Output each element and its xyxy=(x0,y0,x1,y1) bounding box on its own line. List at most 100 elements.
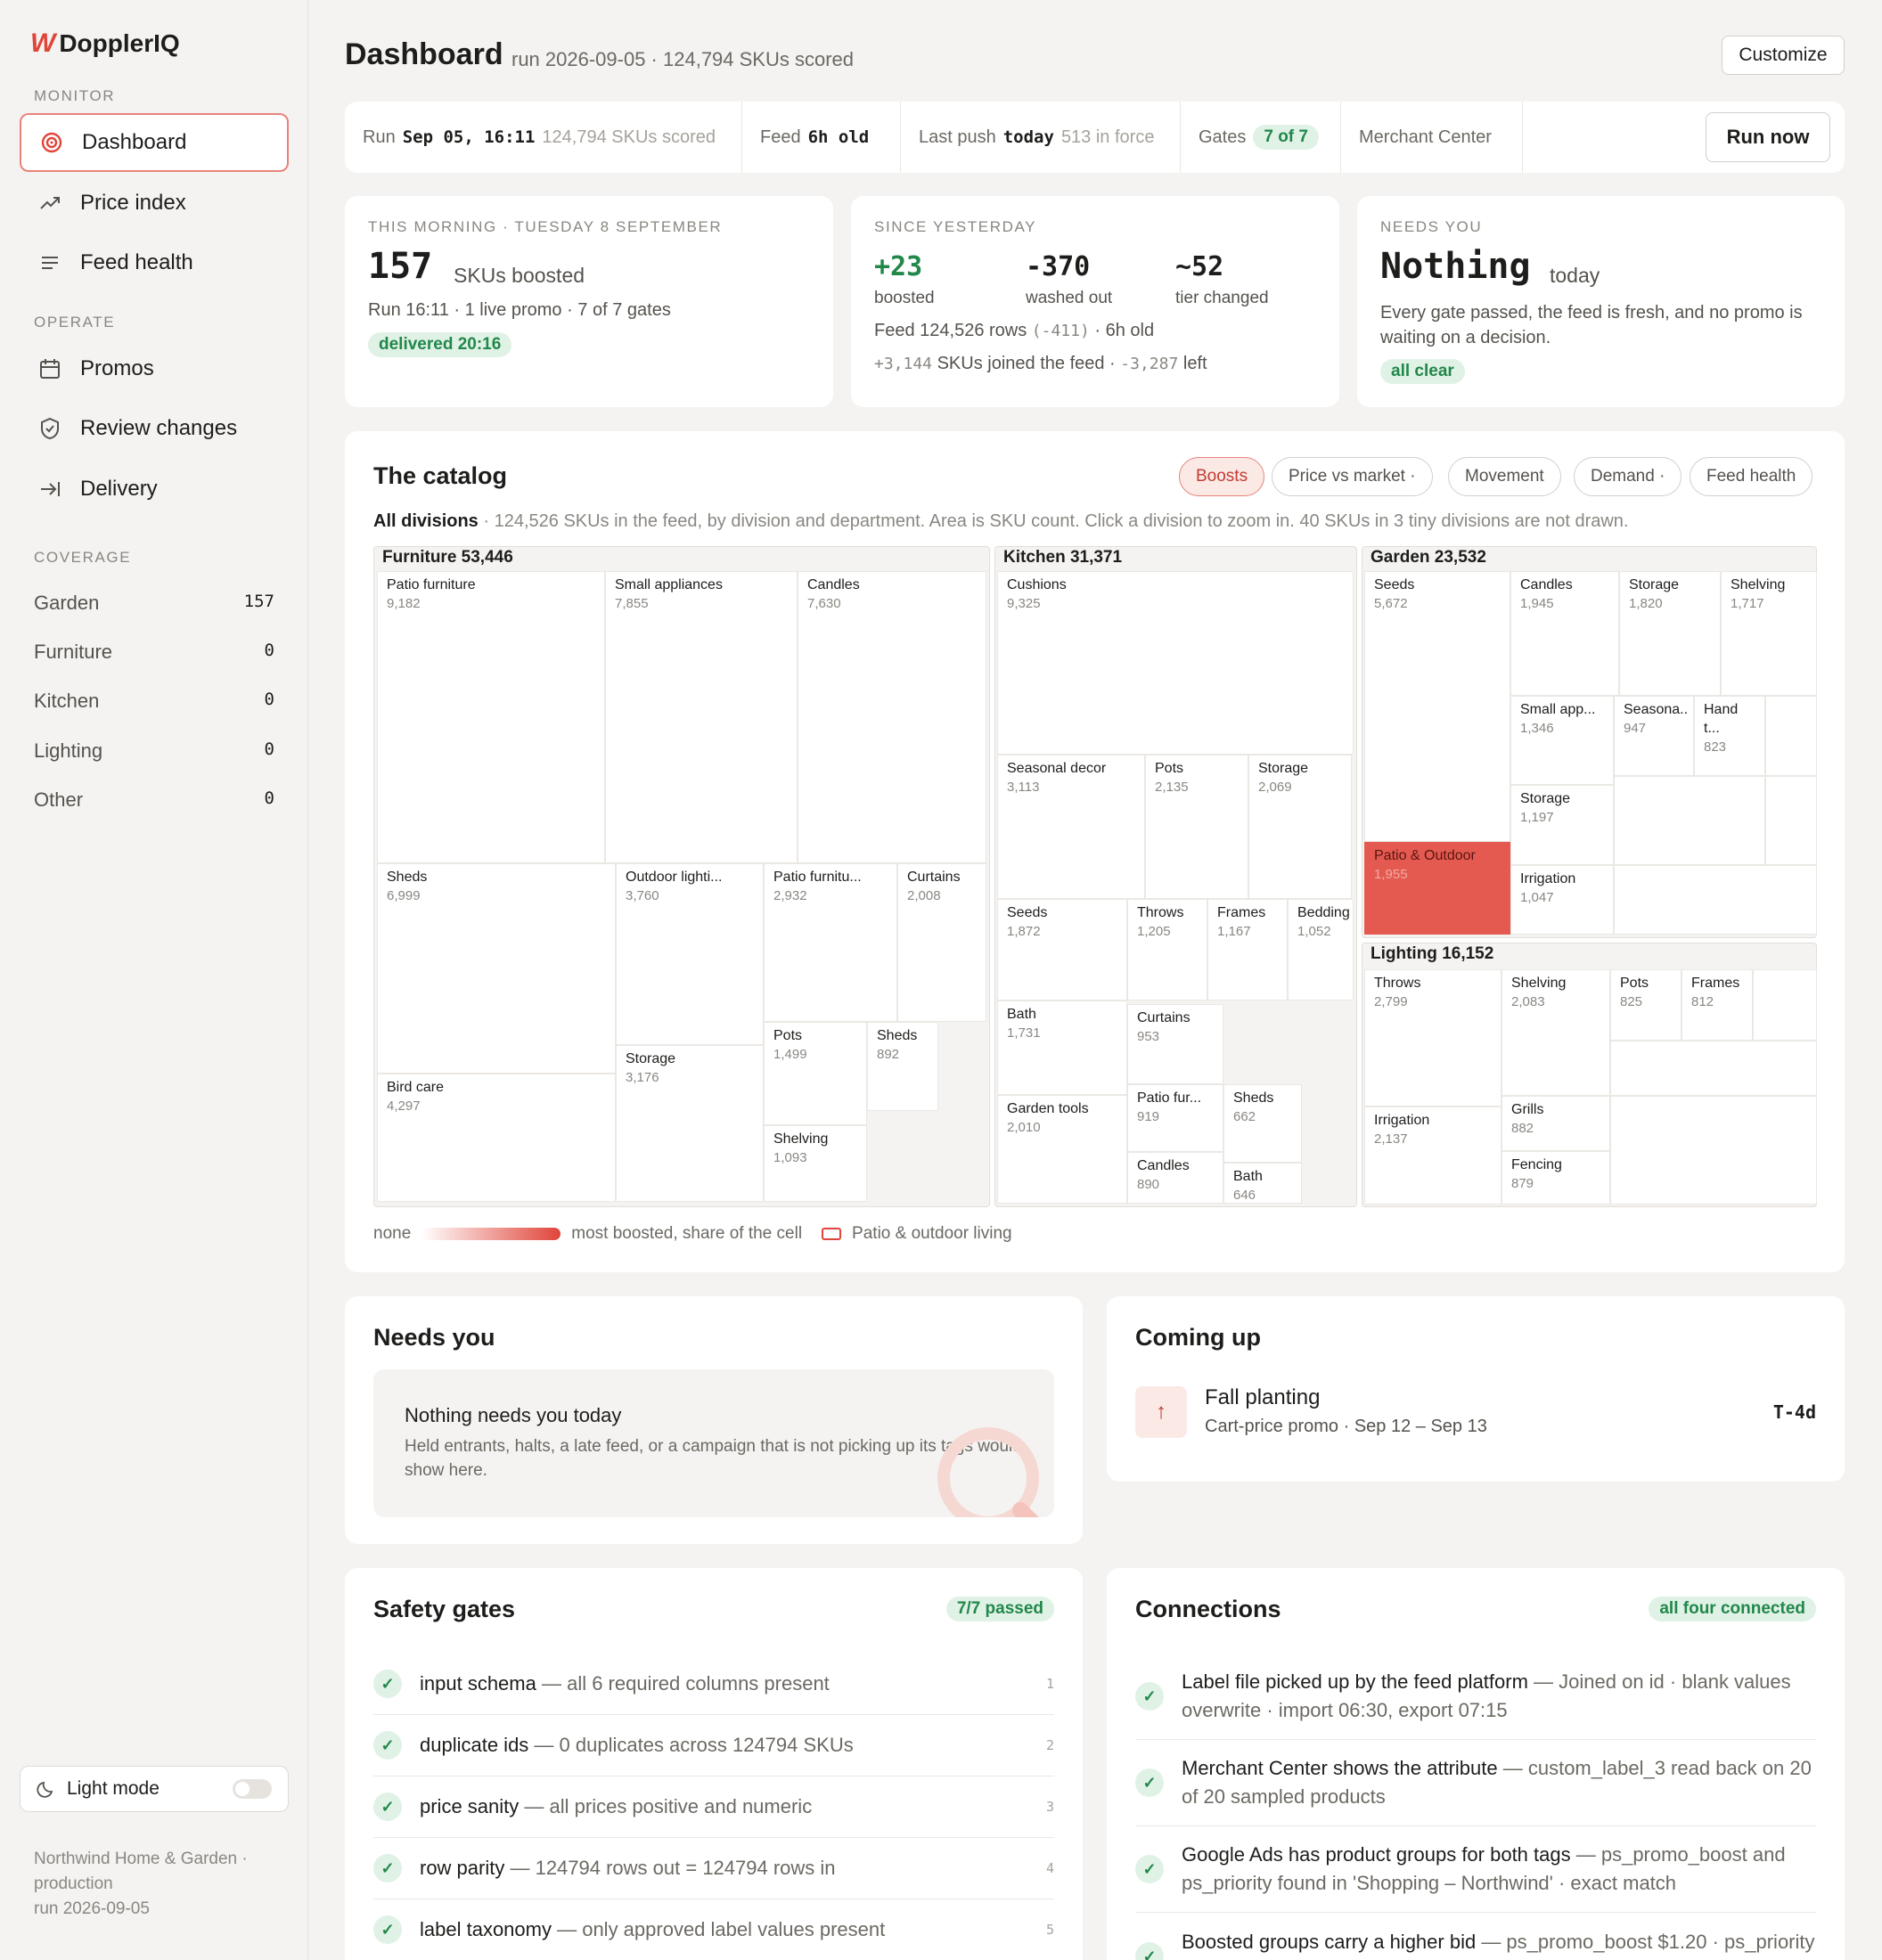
treemap-cell[interactable]: Storage 2,069 xyxy=(1248,755,1352,899)
coverage-item-kitchen[interactable]: Kitchen 0 xyxy=(34,690,274,713)
treemap-cell[interactable]: Candles 890 xyxy=(1127,1152,1223,1204)
coverage-item-furniture[interactable]: Furniture 0 xyxy=(34,641,274,664)
chip-demand[interactable]: Demand · xyxy=(1574,457,1682,496)
cell-count: 1,945 xyxy=(1520,596,1554,611)
nav-review-changes[interactable]: Review changes xyxy=(20,399,289,458)
needs-you-card: Needs you Nothing needs you today Held e… xyxy=(345,1296,1083,1544)
needs-title: Needs you xyxy=(373,1324,495,1351)
treemap-cell[interactable]: Seeds 5,672 xyxy=(1364,571,1510,842)
treemap-cell[interactable]: Patio & Outdoor 1,955 xyxy=(1364,842,1510,935)
treemap-cell[interactable]: Throws 1,205 xyxy=(1127,899,1207,1000)
treemap-cell[interactable]: Seasona.. 947 xyxy=(1614,696,1694,776)
run-now-button[interactable]: Run now xyxy=(1706,112,1830,162)
treemap-cell[interactable]: Frames 812 xyxy=(1682,969,1753,1041)
gate-row[interactable]: ✓ price sanity — all prices positive and … xyxy=(373,1776,1054,1838)
nav-price-index[interactable]: Price index xyxy=(20,174,289,233)
coverage-item-lighting[interactable]: Lighting 0 xyxy=(34,739,274,763)
gate-row[interactable]: ✓ row parity — 124794 rows out = 124794 r… xyxy=(373,1838,1054,1899)
kpi-value: Nothing xyxy=(1380,246,1531,287)
treemap-cell[interactable]: Small appliances 7,855 xyxy=(605,571,798,863)
cell-count: 953 xyxy=(1137,1029,1160,1044)
connection-row[interactable]: ✓ Boosted groups carry a higher bid — ps_… xyxy=(1135,1913,1816,1960)
nav-dashboard[interactable]: Dashboard xyxy=(20,113,289,172)
treemap-cell[interactable]: Sheds 6,999 xyxy=(377,863,616,1074)
treemap-cell[interactable]: Pots 1,499 xyxy=(764,1022,867,1125)
treemap-cell[interactable]: Cushions 9,325 xyxy=(997,571,1354,755)
connection-row[interactable]: ✓ Label file picked up by the feed platfo… xyxy=(1135,1654,1816,1740)
coming-up-card: Coming up ↑ Fall planting Cart-price pro… xyxy=(1107,1296,1845,1482)
gate-name: input schema xyxy=(420,1672,536,1695)
treemap-cell[interactable]: Bedding 1,052 xyxy=(1288,899,1354,1000)
treemap-cell[interactable]: Candles 1,945 xyxy=(1510,571,1619,696)
treemap-cell[interactable]: Outdoor lighti... 3,760 xyxy=(616,863,764,1045)
treemap-cell[interactable]: Storage 1,820 xyxy=(1619,571,1721,696)
treemap-cell-small[interactable] xyxy=(1753,969,1817,1041)
treemap-cell[interactable]: Pots 2,135 xyxy=(1145,755,1248,899)
treemap-cell[interactable]: Shelving 1,717 xyxy=(1721,571,1817,696)
treemap-cell[interactable]: Shelving 2,083 xyxy=(1502,969,1610,1096)
treemap-cell[interactable]: Seasonal decor 3,113 xyxy=(997,755,1145,899)
treemap-cell[interactable]: Small app... 1,346 xyxy=(1510,696,1614,785)
treemap-cell[interactable]: Pots 825 xyxy=(1610,969,1682,1041)
connection-row[interactable]: ✓ Merchant Center shows the attribute — c… xyxy=(1135,1740,1816,1826)
event-name[interactable]: Fall planting xyxy=(1205,1385,1320,1410)
treemap-cell-small[interactable] xyxy=(1610,1041,1817,1096)
cell-count: 6,999 xyxy=(387,888,421,903)
treemap-cell[interactable]: Seeds 1,872 xyxy=(997,899,1127,1000)
treemap-cell[interactable]: Patio furniture 9,182 xyxy=(377,571,605,863)
treemap-cell-small[interactable] xyxy=(1765,776,1817,865)
gate-row[interactable]: ✓ label taxonomy — only approved label va… xyxy=(373,1899,1054,1960)
nav-feed-health[interactable]: Feed health xyxy=(20,233,289,292)
push-detail: 513 in force xyxy=(1060,127,1155,147)
treemap-cell[interactable]: Curtains 953 xyxy=(1127,1004,1223,1084)
light-mode-toggle[interactable]: Light mode xyxy=(20,1766,289,1812)
treemap-cell-small[interactable] xyxy=(1765,696,1817,776)
treemap-cell[interactable]: Patio furnitu... 2,932 xyxy=(764,863,897,1022)
merchant-center-link[interactable]: Merchant Center xyxy=(1341,102,1523,173)
treemap-cell-small[interactable] xyxy=(1610,1096,1817,1205)
treemap-cell[interactable]: Fencing 879 xyxy=(1502,1151,1610,1205)
treemap-cell[interactable]: Bird care 4,297 xyxy=(377,1074,616,1202)
treemap-cell[interactable]: Garden tools 2,010 xyxy=(997,1095,1127,1204)
cell-label: Storage xyxy=(1258,761,1309,776)
treemap-cell[interactable]: Irrigation 1,047 xyxy=(1510,865,1614,935)
customize-button[interactable]: Customize xyxy=(1722,36,1845,75)
nav-delivery[interactable]: Delivery xyxy=(20,460,289,519)
treemap-cell[interactable]: Curtains 2,008 xyxy=(897,863,986,1022)
chip-boosts[interactable]: Boosts xyxy=(1179,457,1265,496)
treemap-cell-small[interactable] xyxy=(1614,776,1765,865)
treemap-cell[interactable]: Grills 882 xyxy=(1502,1096,1610,1151)
treemap-cell[interactable]: Sheds 662 xyxy=(1223,1084,1302,1163)
catalog-treemap[interactable]: Furniture 53,446 Kitchen 31,371 Garden 2… xyxy=(373,546,1817,1207)
chip-movement[interactable]: Movement xyxy=(1448,457,1561,496)
coverage-item-other[interactable]: Other 0 xyxy=(34,788,274,812)
treemap-cell[interactable]: Candles 7,630 xyxy=(798,571,986,863)
treemap-cell[interactable]: Bath 1,731 xyxy=(997,1000,1127,1095)
cell-label: Patio fur... xyxy=(1137,1090,1202,1106)
treemap-cell[interactable]: Storage 1,197 xyxy=(1510,785,1614,865)
cell-label: Irrigation xyxy=(1520,871,1576,886)
gate-detail: — 124794 rows out = 124794 rows in xyxy=(504,1857,836,1879)
boosted-label: boosted xyxy=(874,289,935,307)
treemap-cell[interactable]: Patio fur... 919 xyxy=(1127,1084,1223,1152)
treemap-cell[interactable]: Storage 3,176 xyxy=(616,1045,764,1202)
brand-logo[interactable]: W DopplerIQ xyxy=(30,29,180,59)
gate-row[interactable]: ✓ input schema — all 6 required columns p… xyxy=(373,1654,1054,1715)
chip-feed-health[interactable]: Feed health xyxy=(1690,457,1813,496)
treemap-cell[interactable]: Hand t... 823 xyxy=(1694,696,1765,776)
gate-row[interactable]: ✓ duplicate ids — 0 duplicates across 124… xyxy=(373,1715,1054,1776)
treemap-cell[interactable]: Irrigation 2,137 xyxy=(1364,1107,1502,1205)
toggle-switch[interactable] xyxy=(233,1779,272,1799)
nav-label: Dashboard xyxy=(82,130,187,154)
treemap-cell[interactable]: Bath 646 xyxy=(1223,1163,1302,1204)
connection-row[interactable]: ✓ Google Ads has product groups for both … xyxy=(1135,1826,1816,1913)
treemap-cell[interactable]: Shelving 1,093 xyxy=(764,1125,867,1202)
treemap-cell[interactable]: Frames 1,167 xyxy=(1207,899,1288,1000)
nav-promos[interactable]: Promos xyxy=(20,339,289,398)
treemap-cell[interactable]: Sheds 892 xyxy=(867,1022,938,1111)
treemap-cell-small[interactable] xyxy=(1614,865,1817,935)
coverage-item-garden[interactable]: Garden 157 xyxy=(34,592,274,615)
treemap-cell[interactable]: Throws 2,799 xyxy=(1364,969,1502,1107)
cell-count: 823 xyxy=(1704,739,1727,755)
chip-price-vs-market[interactable]: Price vs market · xyxy=(1272,457,1433,496)
